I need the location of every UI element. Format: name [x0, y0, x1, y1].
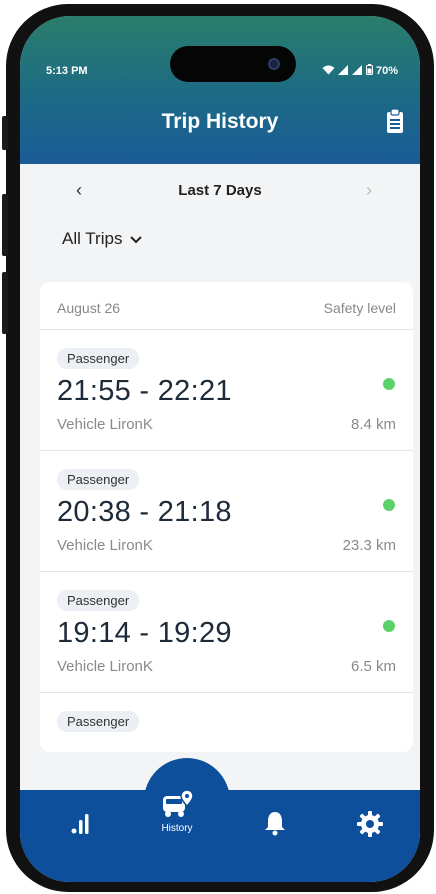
- status-icons: 70%: [322, 64, 398, 78]
- car-pin-icon: [159, 789, 195, 822]
- trip-vehicle: Vehicle LironK: [57, 416, 153, 433]
- role-badge: Passenger: [57, 590, 140, 611]
- phone-frame: 5:13 PM 70% Trip History ‹ Last 7 Days ›…: [2, 4, 434, 892]
- nav-settings[interactable]: [356, 810, 384, 843]
- trip-row[interactable]: Passenger 19:14 - 19:29 Vehicle LironK 6…: [40, 572, 413, 693]
- trip-row[interactable]: Passenger 20:38 - 21:18 Vehicle LironK 2…: [40, 451, 413, 572]
- nav-history[interactable]: History: [159, 788, 195, 834]
- chevron-right-icon[interactable]: ›: [366, 180, 372, 201]
- filter-label: All Trips: [62, 229, 123, 248]
- nav-insights[interactable]: [71, 812, 91, 839]
- bell-icon: [263, 812, 287, 840]
- status-time: 5:13 PM: [46, 65, 88, 77]
- camera-icon: [268, 58, 280, 70]
- battery-percent: 70%: [375, 65, 398, 77]
- trip-vehicle: Vehicle LironK: [57, 658, 153, 675]
- trip-distance: 6.5 km: [350, 658, 396, 675]
- signal-icon: [337, 64, 349, 78]
- volume-down-button: [2, 272, 8, 334]
- chevron-down-icon: [130, 232, 143, 247]
- trip-distance: 8.4 km: [350, 416, 396, 433]
- trip-row[interactable]: Passenger 21:55 - 22:21 Vehicle LironK 8…: [40, 330, 413, 451]
- date-range-label: Last 7 Days: [178, 182, 262, 199]
- safety-indicator: [383, 620, 395, 632]
- page-title: Trip History: [161, 110, 279, 133]
- safety-indicator: [383, 378, 395, 390]
- trip-time: 20:38 - 21:18: [57, 496, 232, 528]
- trip-row[interactable]: Passenger: [40, 693, 413, 752]
- gear-icon: [356, 811, 384, 842]
- trip-time: 19:14 - 19:29: [57, 617, 232, 649]
- nav-history-label: History: [161, 823, 193, 834]
- trips-date: August 26: [57, 300, 121, 316]
- trips-card: August 26 Safety level Passenger 21:55 -…: [40, 282, 413, 752]
- trip-vehicle: Vehicle LironK: [57, 537, 153, 554]
- bar-chart-icon: [71, 814, 91, 838]
- trip-time: 21:55 - 22:21: [57, 375, 232, 407]
- date-range-nav: ‹ Last 7 Days ›: [20, 164, 420, 220]
- clipboard-icon[interactable]: [384, 108, 406, 134]
- battery-icon: [365, 64, 373, 78]
- role-badge: Passenger: [57, 711, 140, 732]
- safety-level-label: Safety level: [323, 300, 396, 316]
- nav-notifications[interactable]: [263, 810, 287, 841]
- volume-up-button: [2, 194, 8, 256]
- trips-card-header: August 26 Safety level: [40, 282, 413, 330]
- trip-filter-dropdown[interactable]: All Trips: [62, 229, 143, 249]
- signal-icon: [351, 64, 363, 78]
- trip-distance: 23.3 km: [342, 537, 396, 554]
- safety-indicator: [383, 499, 395, 511]
- role-badge: Passenger: [57, 348, 140, 369]
- role-badge: Passenger: [57, 469, 140, 490]
- wifi-icon: [322, 65, 335, 78]
- mute-switch: [2, 116, 8, 150]
- app-header: 5:13 PM 70% Trip History: [20, 16, 420, 164]
- app-screen: 5:13 PM 70% Trip History ‹ Last 7 Days ›…: [20, 16, 420, 882]
